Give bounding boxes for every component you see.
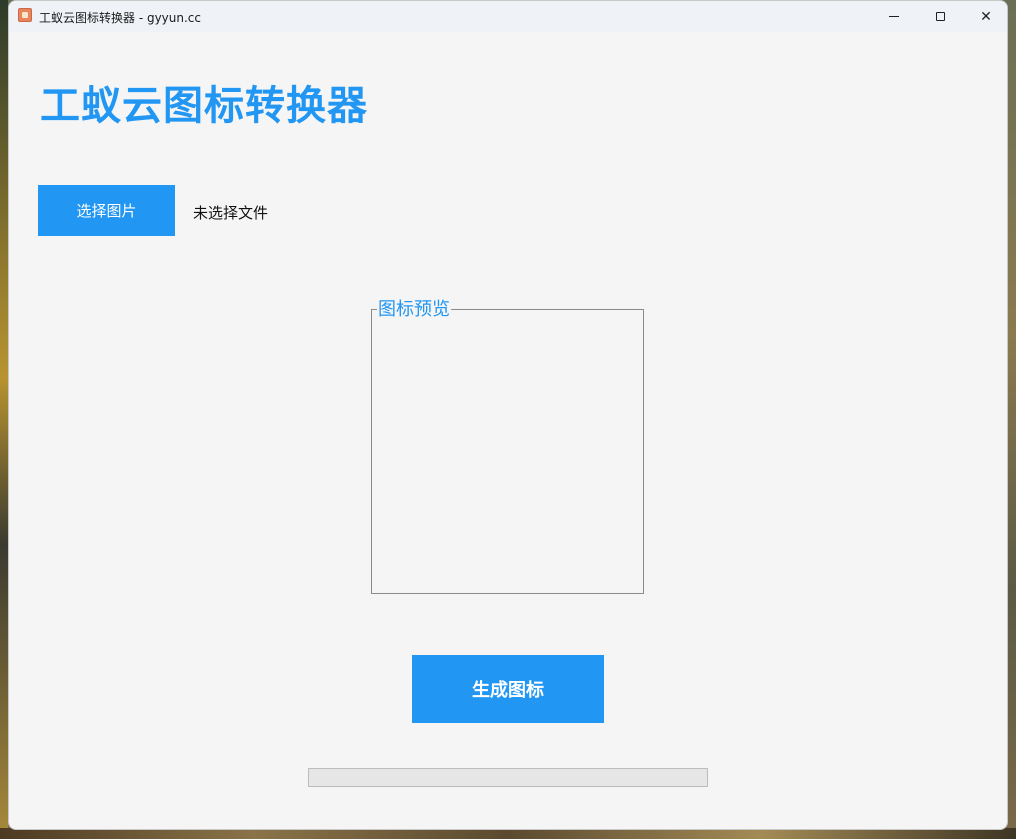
desktop-background-strip <box>0 0 8 839</box>
close-button[interactable]: ✕ <box>963 1 1007 32</box>
generate-icon-button[interactable]: 生成图标 <box>412 655 604 723</box>
select-image-label: 选择图片 <box>76 202 137 220</box>
close-icon: ✕ <box>980 8 992 25</box>
maximize-button[interactable] <box>917 1 963 32</box>
select-image-button[interactable]: 选择图片 <box>38 185 175 236</box>
maximize-icon <box>935 12 945 21</box>
icon-preview-label: 图标预览 <box>377 299 451 321</box>
app-icon <box>18 8 32 22</box>
minimize-icon <box>889 16 899 17</box>
title-bar[interactable]: 工蚁云图标转换器 - gyyun.cc ✕ <box>9 1 1007 32</box>
file-status-text: 未选择文件 <box>193 204 269 222</box>
page-title: 工蚁云图标转换器 <box>40 83 368 129</box>
generate-icon-label: 生成图标 <box>472 680 544 701</box>
progress-bar <box>308 768 708 787</box>
window-title: 工蚁云图标转换器 - gyyun.cc <box>39 11 202 25</box>
minimize-button[interactable] <box>871 1 917 32</box>
app-window: 工蚁云图标转换器 - gyyun.cc ✕ 工蚁云图标转换器 选择图片 未选择文… <box>8 0 1008 830</box>
icon-preview-box: 图标预览 <box>371 299 644 594</box>
